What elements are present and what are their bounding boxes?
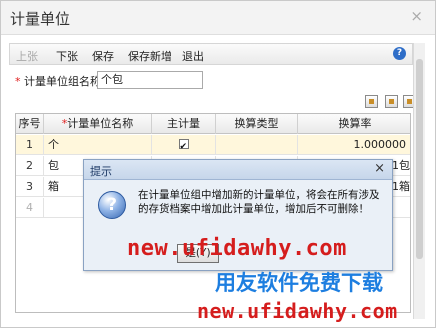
dialog-title: 提示 xyxy=(90,165,112,178)
toolbar: 上张 下张 保存 保存新增 退出 ? xyxy=(9,43,413,65)
group-name-label: * 计量单位组名称 xyxy=(15,73,101,89)
dialog-message: 在计量单位组中增加新的计量单位，将会在所有涉及的存货档案中增加此计量单位，增加后… xyxy=(138,189,380,215)
unit-name-cell[interactable]: 个 xyxy=(44,135,152,155)
overflow-text: 1箱 xyxy=(392,180,410,193)
col-header-no: 序号 xyxy=(16,114,44,134)
row-no: 2 xyxy=(16,156,44,176)
col-header-name-text: 计量单位名称 xyxy=(67,117,134,130)
dialog-close-icon[interactable]: × xyxy=(374,161,385,176)
watermark-slogan: 用友软件免费下载 xyxy=(215,271,383,295)
watermark-url-top: new.ufidawhy.com xyxy=(127,236,347,261)
watermark-url-bottom: new.ufidawhy.com xyxy=(197,299,398,323)
group-name-label-text: 计量单位组名称 xyxy=(24,75,101,88)
main-unit-cell[interactable] xyxy=(152,135,216,155)
scrollbar-thumb[interactable] xyxy=(416,59,423,259)
required-mark: * xyxy=(15,75,21,88)
overflow-text: 1包 xyxy=(392,159,410,172)
close-icon[interactable]: × xyxy=(410,7,423,25)
save-button[interactable]: 保存 xyxy=(92,48,114,64)
copy-row-icon[interactable] xyxy=(365,95,378,108)
col-header-name: *计量单位名称 xyxy=(44,114,152,134)
vertical-scrollbar[interactable] xyxy=(413,43,425,319)
dialog-titlebar: 提示 × xyxy=(84,160,392,180)
grid-header: 序号 *计量单位名称 主计量 换算类型 换算率 xyxy=(16,114,410,134)
window-title: 计量单位 xyxy=(10,10,71,28)
prev-record-button[interactable]: 上张 xyxy=(16,48,38,64)
conversion-rate-cell[interactable]: 1.000000 xyxy=(298,135,410,155)
save-and-new-button[interactable]: 保存新增 xyxy=(128,48,172,64)
group-name-input[interactable]: 个包 xyxy=(97,71,203,89)
unit-of-measure-window: 计量单位 × 上张 下张 保存 保存新增 退出 ? * 计量单位组名称 个包 序… xyxy=(0,0,436,328)
help-icon[interactable]: ? xyxy=(393,47,406,60)
col-header-type: 换算类型 xyxy=(216,114,298,134)
exit-button[interactable]: 退出 xyxy=(182,48,204,64)
next-record-button[interactable]: 下张 xyxy=(56,48,78,64)
row-no: 4 xyxy=(16,198,44,218)
col-header-main: 主计量 xyxy=(152,114,216,134)
window-titlebar: 计量单位 × xyxy=(1,1,435,35)
row-no: 1 xyxy=(16,135,44,155)
row-no: 3 xyxy=(16,177,44,197)
col-header-rate: 换算率 xyxy=(338,117,372,130)
table-row[interactable]: 1 个 1.000000 xyxy=(16,135,410,155)
question-icon: ? xyxy=(98,191,126,219)
paste-row-icon[interactable] xyxy=(385,95,398,108)
conversion-type-cell[interactable] xyxy=(216,135,298,155)
main-unit-checkbox[interactable] xyxy=(178,137,189,155)
